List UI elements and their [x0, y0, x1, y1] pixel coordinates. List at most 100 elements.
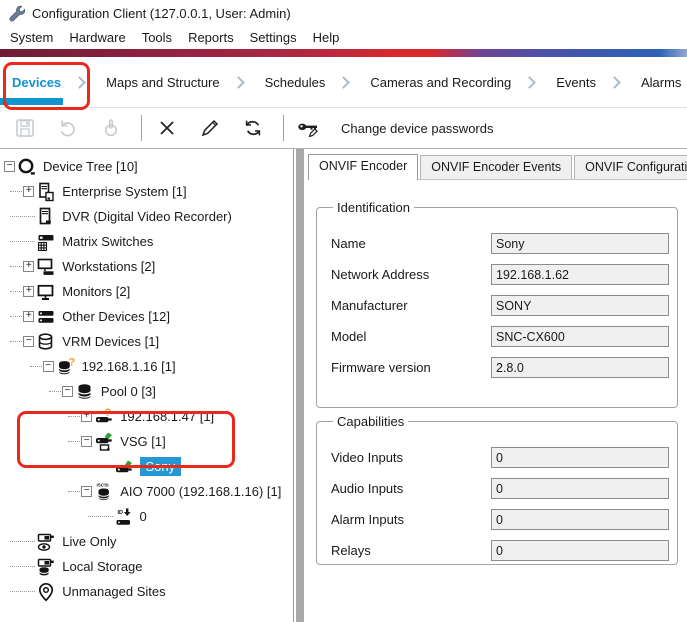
tab-alarms[interactable]: Alarms: [641, 75, 681, 90]
wrench-icon: [7, 4, 25, 22]
panel-tab-onvif-configuration[interactable]: ONVIF Configuration: [574, 155, 687, 179]
menu-reports[interactable]: Reports: [180, 28, 242, 47]
unmanaged-sites-icon: [36, 582, 57, 602]
tree-item-label: Pool 0 [3]: [101, 384, 156, 399]
model-field[interactable]: [491, 326, 669, 347]
network-address-field[interactable]: [491, 264, 669, 285]
delete-button[interactable]: [152, 115, 182, 141]
alarm-inputs-field[interactable]: [491, 509, 669, 530]
tab-devices[interactable]: Devices: [12, 75, 61, 90]
window-title: Configuration Client (127.0.0.1, User: A…: [32, 6, 291, 21]
field-row-relays: Relays: [331, 540, 677, 561]
tree-item-matrix-switches[interactable]: Matrix Switches: [0, 229, 293, 254]
tree-item-other-devices-12[interactable]: + Other Devices [12]: [0, 304, 293, 329]
field-row-model: Model: [331, 326, 677, 347]
iscsi-target-icon: iSCSI: [94, 482, 115, 502]
chevron-right-icon: [608, 76, 621, 89]
panel-groups: IdentificationNameNetwork AddressManufac…: [305, 200, 687, 565]
tree-item-0[interactable]: ID0: [0, 504, 293, 529]
live-only-icon: [36, 532, 57, 552]
detail-panel: ONVIF EncoderONVIF Encoder EventsONVIF C…: [305, 149, 687, 622]
splitter[interactable]: [296, 149, 304, 622]
edit-button[interactable]: [195, 115, 225, 141]
expand-toggle[interactable]: +: [23, 311, 34, 322]
tree-item-unmanaged-sites[interactable]: Unmanaged Sites: [0, 579, 293, 604]
save-icon: [14, 117, 36, 139]
change-device-passwords-label[interactable]: Change device passwords: [341, 121, 493, 136]
tree-item-sony[interactable]: Sony: [0, 454, 293, 479]
tree-item-label: Sony: [140, 457, 182, 476]
collapse-toggle[interactable]: −: [81, 436, 92, 447]
chevron-right-icon: [232, 76, 245, 89]
tree-connector: [10, 566, 35, 567]
tree-item-label: Live Only: [62, 534, 116, 549]
tree-item-vsg-1[interactable]: − VSG [1]: [0, 429, 293, 454]
name-field[interactable]: [491, 233, 669, 254]
vsg-icon: [94, 432, 115, 452]
tree-item-live-only[interactable]: Live Only: [0, 529, 293, 554]
tree-item-vrm-devices-1[interactable]: −VRM Devices [1]: [0, 329, 293, 354]
svg-text:?: ?: [68, 357, 75, 369]
field-label: Manufacturer: [331, 298, 491, 313]
pool-icon: [75, 382, 96, 402]
tree-connector: [10, 591, 35, 592]
panel-tab-onvif-encoder[interactable]: ONVIF Encoder: [308, 154, 418, 180]
tree-item-pool-0-3[interactable]: − Pool 0 [3]: [0, 379, 293, 404]
collapse-toggle[interactable]: −: [62, 386, 73, 397]
menu-bar: SystemHardwareToolsReportsSettingsHelp: [0, 26, 687, 49]
menu-settings[interactable]: Settings: [242, 28, 305, 47]
hand-icon: [100, 117, 122, 139]
menu-tools[interactable]: Tools: [134, 28, 180, 47]
expand-toggle[interactable]: +: [23, 286, 34, 297]
tree-item-dvr-digital-video-recorder[interactable]: DVR (Digital Video Recorder): [0, 204, 293, 229]
tree-item-workstations-2[interactable]: + Workstations [2]: [0, 254, 293, 279]
field-row-network-address: Network Address: [331, 264, 677, 285]
collapse-toggle[interactable]: −: [23, 336, 34, 347]
tree-item-enterprise-system-1[interactable]: +Enterprise System [1]: [0, 179, 293, 204]
tree-item-local-storage[interactable]: Local Storage: [0, 554, 293, 579]
tree-item-device-tree-10[interactable]: −Device Tree [10]: [0, 154, 293, 179]
tree-item-label: Other Devices [12]: [62, 309, 170, 324]
expand-toggle[interactable]: +: [23, 186, 34, 197]
collapse-toggle[interactable]: −: [43, 361, 54, 372]
expand-toggle[interactable]: +: [81, 411, 92, 422]
expand-toggle[interactable]: +: [23, 261, 34, 272]
tab-cameras-and-recording[interactable]: Cameras and Recording: [370, 75, 511, 90]
field-label: Network Address: [331, 267, 491, 282]
dvr-icon: [36, 207, 57, 227]
tab-schedules[interactable]: Schedules: [265, 75, 326, 90]
tree-connector: [10, 241, 35, 242]
tree-item-label: 192.168.1.16 [1]: [82, 359, 176, 374]
enterprise-system-icon: [36, 182, 57, 202]
tree-item-192-168-1-16-1[interactable]: −? 192.168.1.16 [1]: [0, 354, 293, 379]
tree-item-label: Monitors [2]: [62, 284, 130, 299]
refresh-button[interactable]: [238, 115, 268, 141]
video-inputs-field[interactable]: [491, 447, 669, 468]
change-device-passwords-button[interactable]: [294, 115, 324, 141]
tree-connector: [68, 441, 80, 442]
collapse-toggle[interactable]: −: [81, 486, 92, 497]
audio-inputs-field[interactable]: [491, 478, 669, 499]
field-label: Audio Inputs: [331, 481, 491, 496]
menu-hardware[interactable]: Hardware: [61, 28, 133, 47]
monitor-icon: [36, 282, 57, 302]
collapse-toggle[interactable]: −: [4, 161, 15, 172]
relays-field[interactable]: [491, 540, 669, 561]
tab-maps-and-structure[interactable]: Maps and Structure: [106, 75, 219, 90]
tab-events[interactable]: Events: [556, 75, 596, 90]
menu-system[interactable]: System: [2, 28, 61, 47]
device-tree-panel: −Device Tree [10]+Enterprise System [1]D…: [0, 149, 294, 622]
tree-item-192-168-1-47-1[interactable]: +?192.168.1.47 [1]: [0, 404, 293, 429]
menu-help[interactable]: Help: [305, 28, 348, 47]
field-label: Name: [331, 236, 491, 251]
tree-connector: [68, 416, 80, 417]
field-label: Video Inputs: [331, 450, 491, 465]
tree-item-monitors-2[interactable]: + Monitors [2]: [0, 279, 293, 304]
firmware-version-field[interactable]: [491, 357, 669, 378]
tree-item-label: Workstations [2]: [62, 259, 155, 274]
manufacturer-field[interactable]: [491, 295, 669, 316]
tree-item-label: VSG [1]: [120, 434, 166, 449]
panel-tab-onvif-encoder-events[interactable]: ONVIF Encoder Events: [420, 155, 572, 179]
tree-connector: [10, 316, 22, 317]
tree-item-aio-7000-192-168-1-16-1[interactable]: −iSCSIAIO 7000 (192.168.1.16) [1]: [0, 479, 293, 504]
